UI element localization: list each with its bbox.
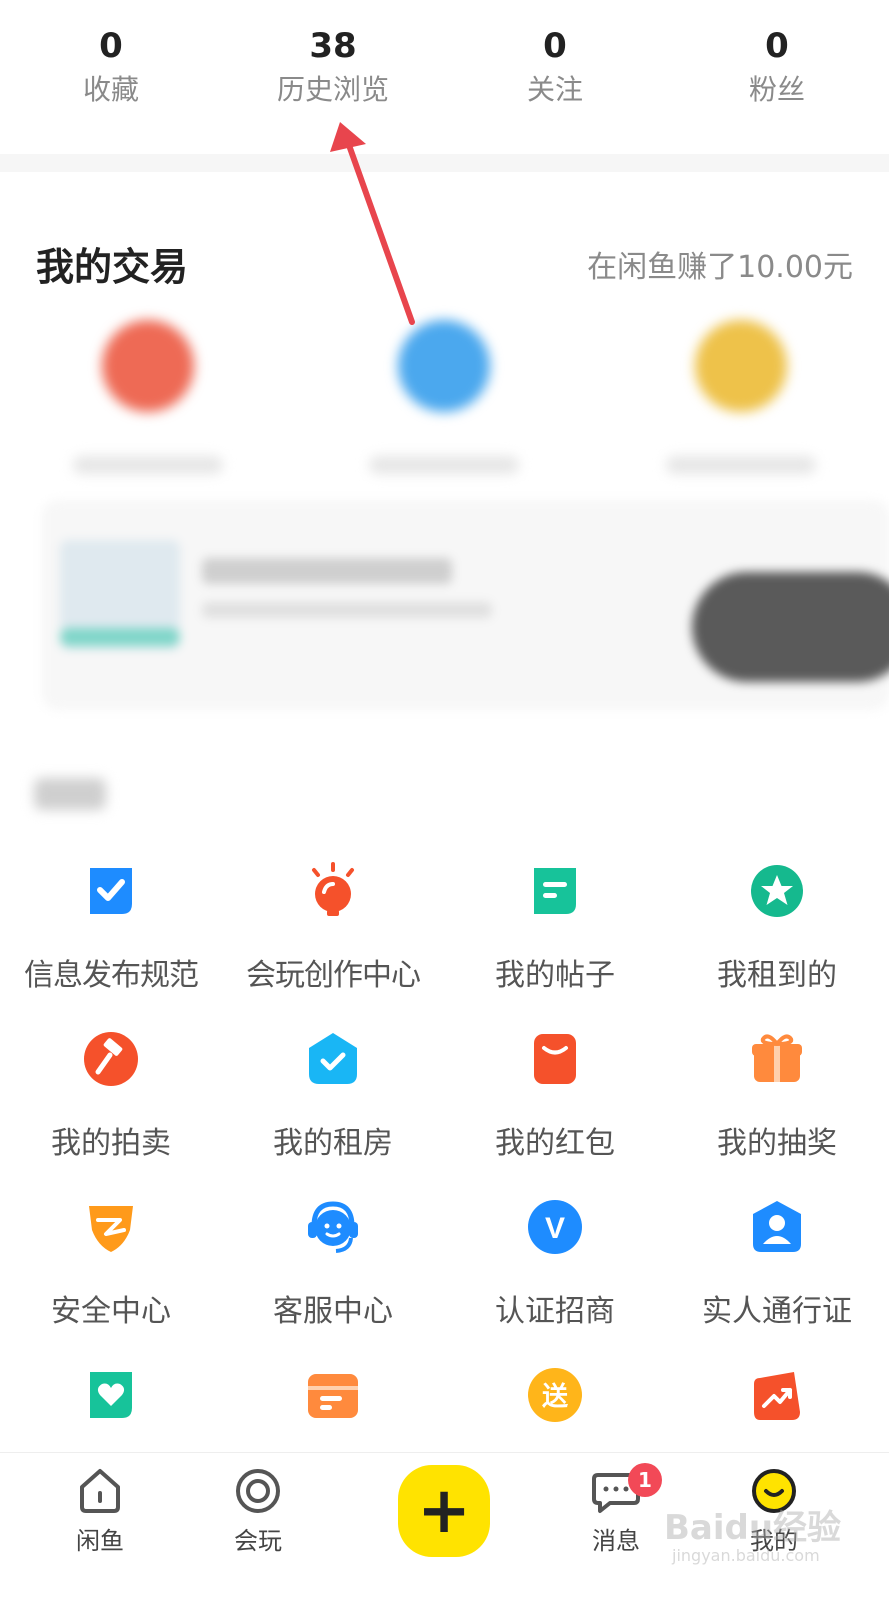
blurred-circle-icon [102, 320, 195, 412]
unread-badge: 1 [628, 1463, 662, 1497]
customer-service-icon [308, 1201, 358, 1253]
baidu-watermark-url: jingyan.baidu.com [672, 1546, 820, 1565]
home-icon [80, 1469, 120, 1513]
stat-following[interactable]: 0 关注 [444, 0, 666, 150]
tool-my-posts[interactable]: 我的帖子 [444, 860, 666, 1028]
tab-label: 消息 [592, 1527, 640, 1555]
stat-history[interactable]: 38 历史浏览 [222, 0, 444, 150]
trade-title: 我的交易 [36, 245, 189, 289]
stat-favorites[interactable]: 0 收藏 [0, 0, 222, 150]
tool-verified-merchant[interactable]: V 认证招商 [444, 1196, 666, 1364]
tool-label: 客服中心 [273, 1294, 393, 1329]
blurred-tag [60, 628, 180, 646]
target-icon [236, 1469, 280, 1513]
star-badge-icon [751, 865, 803, 917]
stat-label: 收藏 [82, 73, 139, 106]
section-divider [0, 154, 889, 172]
tools-row: 我的拍卖 我的租房 我的红包 我的抽奖 [0, 1028, 889, 1196]
trend-bag-icon [754, 1372, 800, 1420]
tool-lottery[interactable]: 我的抽奖 [666, 1028, 888, 1196]
tool-security-center[interactable]: 安全中心 [0, 1196, 222, 1364]
blurred-text [73, 456, 224, 474]
stats-row: 0 收藏 38 历史浏览 0 关注 0 粉丝 [0, 0, 889, 150]
lightbulb-icon [312, 862, 354, 916]
house-check-icon [309, 1033, 357, 1084]
stat-value: 0 [765, 26, 789, 66]
blurred-subtitle [202, 602, 492, 618]
tool-publish-rules[interactable]: 信息发布规范 [0, 860, 222, 1028]
stat-fans[interactable]: 0 粉丝 [666, 0, 888, 150]
tab-label: 会玩 [234, 1527, 282, 1555]
check-shield-icon [90, 868, 132, 914]
blurred-action-pill[interactable] [692, 572, 889, 682]
red-envelope-icon [534, 1034, 576, 1084]
stat-label: 关注 [526, 73, 583, 106]
stat-value: 38 [309, 26, 357, 66]
heart-icon [90, 1372, 132, 1418]
tool-label: 我的红包 [495, 1126, 615, 1161]
box-icon [308, 1374, 358, 1418]
blurred-title [202, 558, 452, 584]
tab-home[interactable]: 闲鱼 [40, 1463, 160, 1557]
auction-hammer-icon [84, 1032, 138, 1086]
give-icon: 送 [528, 1368, 582, 1422]
gift-box-icon [752, 1034, 802, 1082]
tool-label: 会玩创作中心 [246, 958, 421, 993]
blurred-text [665, 456, 816, 474]
tool-customer-service[interactable]: 客服中心 [222, 1196, 444, 1364]
verified-v-icon: V [528, 1200, 582, 1254]
tool-my-housing[interactable]: 我的租房 [222, 1028, 444, 1196]
baidu-watermark: Baidu经验 [664, 1508, 842, 1548]
tools-row: 信息发布规范 会玩创作中心 我的帖子 我租到的 [0, 860, 889, 1028]
tool-label: 我租到的 [717, 958, 837, 993]
tool-label: 我的租房 [273, 1126, 393, 1161]
blurred-shortcut[interactable] [344, 320, 544, 480]
tool-label: 实人通行证 [702, 1294, 852, 1329]
tab-play[interactable]: 会玩 [198, 1463, 318, 1557]
tools-grid: 信息发布规范 会玩创作中心 我的帖子 我租到的 我的拍卖 我的租房 我的红包 我… [0, 860, 889, 1532]
blurred-text [369, 456, 520, 474]
blurred-section-label [34, 778, 106, 810]
tool-red-envelope[interactable]: 我的红包 [444, 1028, 666, 1196]
blurred-shortcut[interactable] [48, 320, 248, 480]
blurred-circle-icon [694, 320, 787, 412]
tool-label: 认证招商 [495, 1294, 615, 1329]
blurred-shortcut[interactable] [641, 320, 841, 480]
stat-value: 0 [99, 26, 123, 66]
person-badge-icon [753, 1201, 801, 1252]
tool-my-auctions[interactable]: 我的拍卖 [0, 1028, 222, 1196]
tool-label: 安全中心 [51, 1294, 171, 1329]
security-shield-icon [89, 1206, 133, 1252]
tool-my-rentals[interactable]: 我租到的 [666, 860, 888, 1028]
tools-row: 安全中心 客服中心 V 认证招商 实人通行证 [0, 1196, 889, 1364]
tool-creator-center[interactable]: 会玩创作中心 [222, 860, 444, 1028]
tool-label: 我的抽奖 [717, 1126, 837, 1161]
trade-shortcuts-blurred [0, 320, 889, 480]
blurred-circle-icon [398, 320, 491, 412]
tab-label: 闲鱼 [76, 1527, 124, 1555]
stat-label: 粉丝 [748, 73, 805, 106]
blurred-order-card[interactable] [42, 500, 889, 710]
tool-label: 我的帖子 [495, 958, 615, 993]
trade-earned-link[interactable]: 在闲鱼赚了10.00元 [587, 248, 853, 288]
stat-label: 历史浏览 [276, 73, 389, 106]
tool-real-person-pass[interactable]: 实人通行证 [666, 1196, 888, 1364]
tool-label: 我的拍卖 [51, 1126, 171, 1161]
post-icon [534, 868, 576, 914]
stat-value: 0 [543, 26, 567, 66]
tool-label: 信息发布规范 [24, 958, 199, 993]
publish-button[interactable]: + [398, 1465, 490, 1557]
give-glyph: 送 [542, 1382, 568, 1412]
tab-messages[interactable]: 1 消息 [556, 1463, 676, 1557]
svg-text:V: V [545, 1212, 565, 1245]
